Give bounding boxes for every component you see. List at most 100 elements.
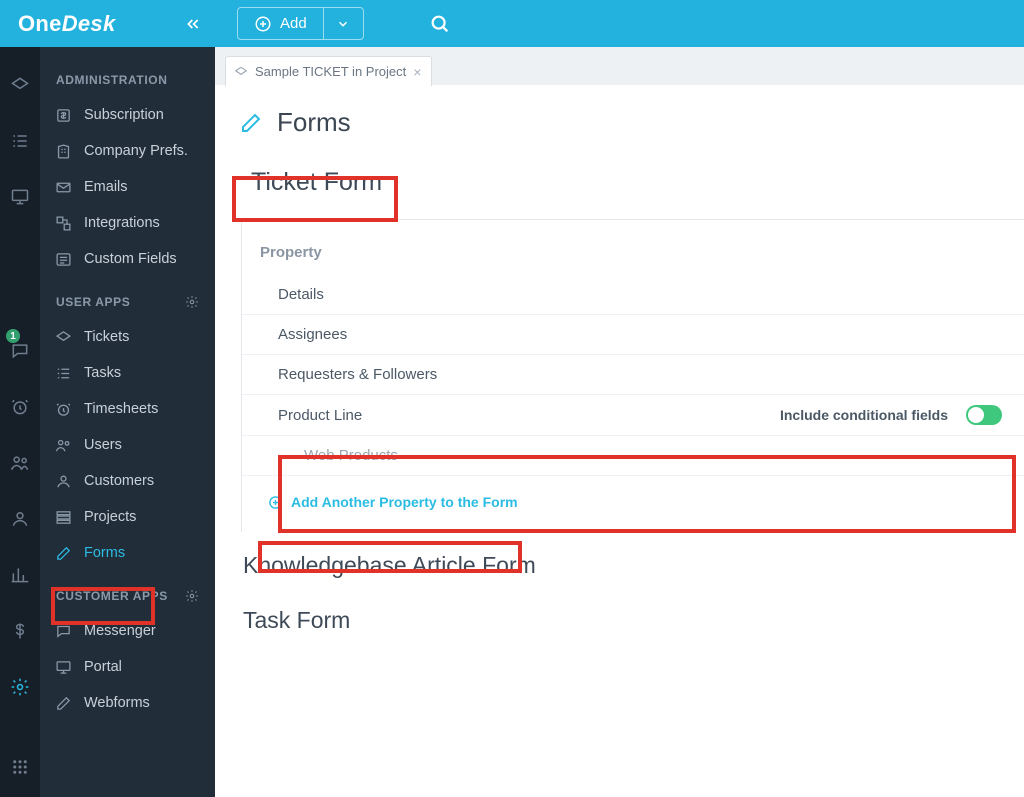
tasks-icon	[55, 365, 72, 382]
subscription-icon	[55, 107, 72, 124]
sidebar-item-emails[interactable]: Emails	[40, 169, 215, 205]
sidebar-item-tickets[interactable]: Tickets	[40, 319, 215, 355]
nav-label: Custom Fields	[84, 251, 177, 267]
rail-item-settings[interactable]	[0, 673, 40, 701]
add-button-label: Add	[280, 15, 307, 32]
section-customer-apps-label: CUSTOMER APPS	[56, 589, 168, 603]
row-web-products[interactable]: Web Products	[242, 436, 1024, 476]
tabstrip: Sample TICKET in Project ×	[215, 47, 1024, 85]
chat-icon	[55, 623, 72, 640]
add-button[interactable]: Add	[238, 8, 323, 39]
rail-item-users[interactable]	[0, 449, 40, 477]
sidebar-item-customers[interactable]: Customers	[40, 463, 215, 499]
section-user-apps: USER APPS	[40, 277, 215, 319]
rail-item-chat[interactable]: 1	[0, 337, 40, 365]
nav-label: Timesheets	[84, 401, 158, 417]
page-title-text: Forms	[277, 107, 351, 138]
gear-icon[interactable]	[185, 295, 199, 309]
add-another-property-button[interactable]: Add Another Property to the Form	[260, 490, 526, 514]
nav-label: Integrations	[84, 215, 160, 231]
row-assignees[interactable]: Assignees	[242, 315, 1024, 355]
task-form-heading: Task Form	[215, 587, 1024, 642]
plus-circle-icon	[268, 495, 283, 510]
sidebar-item-portal[interactable]: Portal	[40, 649, 215, 685]
row-label: Product Line	[278, 407, 362, 424]
building-icon	[55, 143, 72, 160]
search-button[interactable]	[422, 6, 458, 42]
kb-article-form-heading: Knowledgebase Article Form	[215, 532, 1024, 587]
tab-sample-ticket[interactable]: Sample TICKET in Project ×	[225, 56, 432, 86]
rail-item-pin[interactable]	[0, 71, 40, 99]
include-conditional-label: Include conditional fields	[780, 407, 948, 423]
tab-label: Sample TICKET in Project	[255, 64, 406, 79]
rail-item-analytics[interactable]	[0, 561, 40, 589]
sidebar-item-webforms[interactable]: Webforms	[40, 685, 215, 721]
rail-item-customers[interactable]	[0, 505, 40, 533]
users-icon	[55, 437, 72, 454]
chat-badge: 1	[6, 329, 20, 343]
close-tab-button[interactable]: ×	[413, 64, 421, 80]
nav-label: Subscription	[84, 107, 164, 123]
edit-icon	[239, 111, 263, 135]
row-label: Details	[278, 286, 324, 303]
property-column-header: Property	[242, 236, 1024, 275]
rail-item-more[interactable]	[0, 753, 40, 781]
add-property-label: Add Another Property to the Form	[291, 494, 518, 510]
alarm-icon	[10, 397, 30, 417]
pin-icon	[234, 65, 248, 79]
apps-grid-icon	[11, 758, 29, 776]
rail-item-board[interactable]	[0, 183, 40, 211]
rail-item-billing[interactable]	[0, 617, 40, 645]
nav-label: Users	[84, 437, 122, 453]
row-label: Requesters & Followers	[278, 366, 437, 383]
sidebar-item-users[interactable]: Users	[40, 427, 215, 463]
page-body: Forms Ticket Form Property Details Assig…	[215, 85, 1024, 642]
section-administration: ADMINISTRATION	[40, 67, 215, 97]
row-details[interactable]: Details	[242, 275, 1024, 315]
sidebar-item-integrations[interactable]: Integrations	[40, 205, 215, 241]
row-product-line[interactable]: Product Line Include conditional fields	[242, 395, 1024, 436]
collapse-sidebar-button[interactable]	[179, 0, 207, 47]
sidebar-item-tasks[interactable]: Tasks	[40, 355, 215, 391]
nav-label: Forms	[84, 545, 125, 561]
bar-chart-icon	[10, 565, 30, 585]
include-conditional-toggle[interactable]	[966, 405, 1002, 425]
sidebar-item-messenger[interactable]: Messenger	[40, 613, 215, 649]
sidebar-item-projects[interactable]: Projects	[40, 499, 215, 535]
gear-icon[interactable]	[185, 589, 199, 603]
ticket-form-panel: Property Details Assignees Requesters & …	[241, 219, 1024, 532]
integrations-icon	[55, 215, 72, 232]
sidebar-item-timesheets[interactable]: Timesheets	[40, 391, 215, 427]
nav-label: Tasks	[84, 365, 121, 381]
sidebar-item-company-prefs[interactable]: Company Prefs.	[40, 133, 215, 169]
chevron-double-left-icon	[185, 16, 201, 32]
presentation-icon	[10, 187, 30, 207]
checklist-icon	[10, 131, 30, 151]
nav-label: Messenger	[84, 623, 156, 639]
sidebar-item-forms[interactable]: Forms	[40, 535, 215, 571]
row-requesters-followers[interactable]: Requesters & Followers	[242, 355, 1024, 395]
ticket-form-heading: Ticket Form	[239, 162, 394, 203]
projects-icon	[55, 509, 72, 526]
logo-brand-first: One	[18, 11, 62, 36]
chat-icon	[10, 341, 30, 361]
sidebar-item-custom-fields[interactable]: Custom Fields	[40, 241, 215, 277]
gear-icon	[10, 677, 30, 697]
people-icon	[10, 509, 30, 529]
rail-item-tasks[interactable]	[0, 127, 40, 155]
webform-icon	[55, 695, 72, 712]
nav-label: Customers	[84, 473, 154, 489]
sidebar-item-subscription[interactable]: Subscription	[40, 97, 215, 133]
row-label: Web Products	[304, 447, 398, 464]
nav-label: Projects	[84, 509, 136, 525]
rail-item-clock[interactable]	[0, 393, 40, 421]
nav-label: Portal	[84, 659, 122, 675]
add-dropdown-button[interactable]	[323, 8, 363, 39]
fields-icon	[55, 251, 72, 268]
left-rail: 1	[0, 47, 40, 797]
section-customer-apps: CUSTOMER APPS	[40, 571, 215, 613]
add-button-group: Add	[237, 7, 364, 40]
logo: OneDesk	[0, 0, 215, 47]
sidebar: ADMINISTRATION Subscription Company Pref…	[40, 47, 215, 797]
nav-label: Company Prefs.	[84, 143, 188, 159]
